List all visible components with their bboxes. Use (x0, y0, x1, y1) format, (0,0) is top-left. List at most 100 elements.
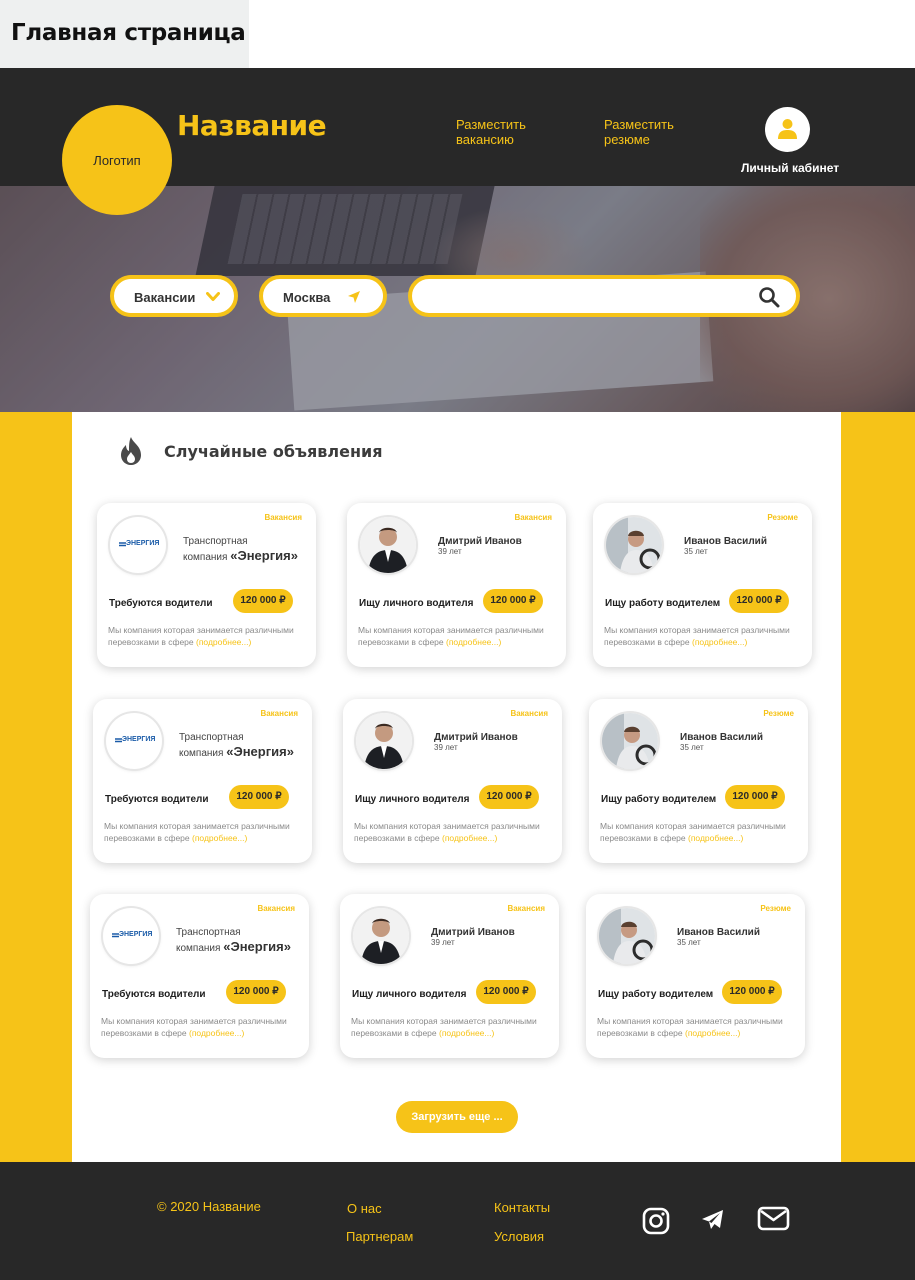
person-age: 39 лет (434, 743, 458, 752)
footer-link-contacts[interactable]: Контакты (494, 1200, 550, 1215)
listing-type-tag: Вакансия (507, 904, 545, 913)
load-more-button[interactable]: Загрузить еще ... (396, 1101, 518, 1133)
listing-description-line1: Мы компания которая занимается различным… (600, 821, 786, 831)
company-type: Транспортная (176, 927, 241, 938)
listing-description-text: перевозками в сфере (600, 833, 686, 843)
read-more-link[interactable]: (подробнее...) (196, 637, 251, 647)
read-more-link[interactable]: (подробнее...) (442, 833, 497, 843)
company-kind: компания (183, 552, 228, 563)
listing-type-tag: Резюме (763, 709, 794, 718)
company-logo: ЭНЕРГИЯ (110, 517, 166, 573)
avatar (356, 713, 412, 769)
listing-title: Ищу личного водителя (359, 598, 474, 609)
energy-logo: ЭНЕРГИЯ (115, 736, 155, 746)
chevron-down-icon (206, 292, 220, 301)
listing-title: Требуются водители (102, 989, 206, 1000)
personal-cabinet-link[interactable]: Личный кабинет (741, 161, 839, 175)
listing-card[interactable]: Резюме Иванов Василий 35 лет Ищу работу вод… (589, 699, 808, 863)
city-select-value: Москва (283, 290, 331, 305)
price-badge: 120 000 ₽ (476, 980, 536, 1004)
listing-description-text: перевозками в сфере (108, 637, 194, 647)
listing-type-tag: Резюме (767, 513, 798, 522)
nav-post-vacancy-line1: Разместить (456, 117, 526, 132)
logo[interactable]: Логотип (62, 105, 172, 215)
section-title: Случайные объявления (164, 442, 383, 461)
left-accent-bar (0, 412, 72, 1162)
read-more-link[interactable]: (подробнее...) (446, 637, 501, 647)
price-badge: 120 000 ₽ (229, 785, 289, 809)
avatar (606, 517, 662, 573)
read-more-link[interactable]: (подробнее...) (439, 1028, 494, 1038)
listing-card[interactable]: Вакансия ЭНЕРГИЯ Транспортная компания «Эне… (90, 894, 309, 1058)
read-more-link[interactable]: (подробнее...) (688, 833, 743, 843)
listing-card[interactable]: Вакансия Дмитрий Иванов 39 лет Ищу личного … (347, 503, 566, 667)
instagram-icon[interactable] (642, 1207, 670, 1235)
company-name: «Энергия» (230, 548, 298, 563)
person-photo (353, 908, 409, 964)
read-more-link[interactable]: (подробнее...) (189, 1028, 244, 1038)
location-arrow-icon (348, 291, 360, 303)
page-label-text: Главная страница (11, 20, 246, 46)
price-badge: 120 000 ₽ (479, 785, 539, 809)
company-logo: ЭНЕРГИЯ (106, 713, 162, 769)
listing-title: Ищу личного водителя (352, 989, 467, 1000)
footer-link-terms[interactable]: Условия (494, 1229, 544, 1244)
avatar (360, 517, 416, 573)
listing-title: Требуются водители (105, 794, 209, 805)
company-name-line: компания «Энергия» (179, 744, 294, 759)
person-age: 35 лет (680, 743, 704, 752)
listing-type-tag: Вакансия (514, 513, 552, 522)
person-name: Иванов Василий (677, 927, 760, 938)
company-name: «Энергия» (226, 744, 294, 759)
person-name: Иванов Василий (680, 732, 763, 743)
listing-type-tag: Вакансия (257, 904, 295, 913)
listing-card[interactable]: Вакансия Дмитрий Иванов 39 лет Ищу личного … (343, 699, 562, 863)
listing-description-line2: перевозками в сфере (подробнее...) (101, 1028, 244, 1038)
price-badge: 120 000 ₽ (725, 785, 785, 809)
listing-description-text: перевозками в сфере (358, 637, 444, 647)
listing-card[interactable]: Резюме Иванов Василий 35 лет Ищу работу вод… (586, 894, 805, 1058)
logo-wordmark: ЭНЕРГИЯ (119, 931, 153, 938)
city-select[interactable]: Москва (259, 275, 387, 317)
search-icon[interactable] (758, 286, 780, 308)
avatar (353, 908, 409, 964)
listing-title: Ищу работу водителем (601, 794, 717, 805)
listing-type-tag: Вакансия (264, 513, 302, 522)
avatar (599, 908, 655, 964)
read-more-link[interactable]: (подробнее...) (692, 637, 747, 647)
price-badge: 120 000 ₽ (233, 589, 293, 613)
read-more-link[interactable]: (подробнее...) (685, 1028, 740, 1038)
listing-card[interactable]: Вакансия ЭНЕРГИЯ Транспортная компания «Эне… (97, 503, 316, 667)
listing-card[interactable]: Резюме Иванов Василий 35 лет Ищу работу вод… (593, 503, 812, 667)
right-accent-bar (841, 412, 915, 1162)
company-kind: компания (179, 748, 224, 759)
footer-link-partners[interactable]: Партнерам (346, 1229, 413, 1244)
nav-post-resume-line1: Разместить (604, 117, 674, 132)
energy-logo: ЭНЕРГИЯ (112, 931, 152, 941)
category-select[interactable]: Вакансии (110, 275, 238, 317)
person-age: 35 лет (684, 547, 708, 556)
driver-photo (602, 713, 658, 769)
listing-type-tag: Вакансия (260, 709, 298, 718)
nav-post-resume[interactable]: Разместить резюме (604, 117, 694, 147)
listing-description-line1: Мы компания которая занимается различным… (354, 821, 540, 831)
company-type: Транспортная (179, 732, 244, 743)
price-badge: 120 000 ₽ (226, 980, 286, 1004)
listing-description-line2: перевозками в сфере (подробнее...) (104, 833, 247, 843)
search-input[interactable] (408, 275, 800, 317)
person-name: Иванов Василий (684, 536, 767, 547)
person-age: 39 лет (438, 547, 462, 556)
read-more-link[interactable]: (подробнее...) (192, 833, 247, 843)
listing-type-tag: Вакансия (510, 709, 548, 718)
user-icon-button[interactable] (765, 107, 810, 152)
page-label: Главная страница (0, 0, 249, 68)
listing-card[interactable]: Вакансия Дмитрий Иванов 39 лет Ищу личного … (340, 894, 559, 1058)
footer-link-about[interactable]: О нас (347, 1201, 382, 1216)
listing-card[interactable]: Вакансия ЭНЕРГИЯ Транспортная компания «Эне… (93, 699, 312, 863)
site-title[interactable]: Название (177, 109, 327, 142)
mail-icon[interactable] (757, 1206, 790, 1231)
logo-wordmark: ЭНЕРГИЯ (126, 540, 160, 547)
telegram-icon[interactable] (701, 1209, 725, 1231)
nav-post-vacancy[interactable]: Разместить вакансию (456, 117, 546, 147)
listing-description-line2: перевозками в сфере (подробнее...) (600, 833, 743, 843)
